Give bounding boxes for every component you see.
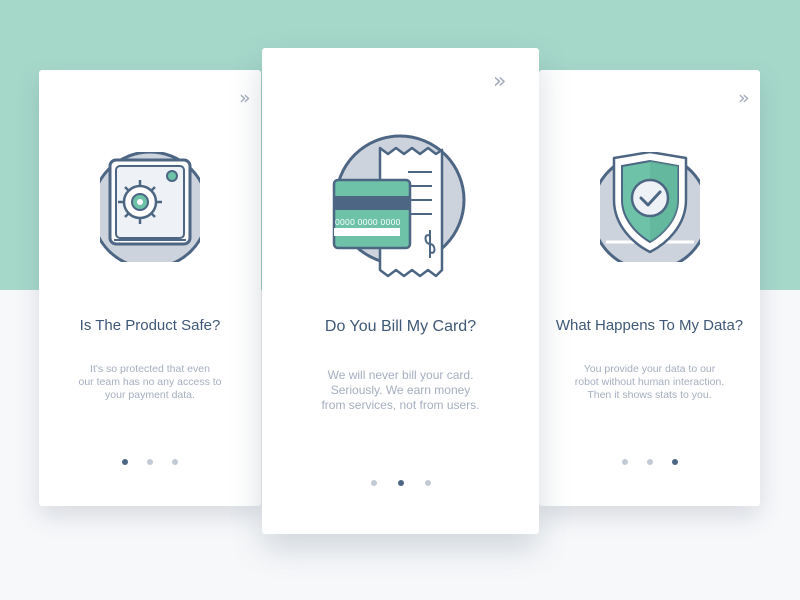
description-line: our team has no any access to [78, 376, 222, 388]
description-line: We will never bill your card. [327, 368, 474, 382]
pagination-dot-2[interactable] [646, 459, 653, 465]
pagination-dots [262, 480, 539, 486]
onboarding-card-safety: » Is The Product Safe? It's so protected… [39, 70, 261, 506]
description-line: Seriously. We earn money [330, 383, 471, 397]
double-chevron-right-icon: » [493, 69, 507, 94]
credit-card-receipt-icon [332, 132, 472, 282]
description-line: You provide your data to our [583, 363, 716, 375]
next-button[interactable]: » [493, 71, 509, 93]
onboarding-card-billing: » 0000 0000 0000 Do You Bill My Card? We… [262, 48, 539, 534]
pagination-dot-3[interactable] [424, 480, 431, 486]
card-title: What Happens To My Data? [555, 317, 744, 334]
description-line: from services, not from users. [321, 398, 480, 412]
pagination-dot-3[interactable] [671, 459, 678, 465]
safe-icon [90, 150, 210, 270]
pagination-dot-1[interactable] [122, 459, 128, 465]
card-number-text: 0000 0000 0000 [335, 217, 401, 227]
description-line: Then it shows stats to you. [587, 389, 712, 401]
pagination-dot-1[interactable] [370, 480, 377, 486]
card-description: It's so protected that even our team has… [59, 363, 241, 402]
double-chevron-right-icon: » [239, 87, 251, 109]
onboarding-card-data: » What Happens To My Data? You provide y… [539, 70, 760, 506]
next-button[interactable]: » [738, 87, 754, 109]
double-chevron-right-icon: » [738, 87, 750, 109]
card-title: Do You Bill My Card? [324, 318, 477, 335]
pagination-dots [39, 459, 261, 465]
pagination-dot-1[interactable] [621, 459, 628, 465]
card-title: Is The Product Safe? [79, 317, 221, 334]
description-line: It's so protected that even [90, 363, 210, 375]
next-button[interactable]: » [239, 87, 255, 109]
pagination-dots [539, 459, 760, 465]
card-description: We will never bill your card. Seriously.… [282, 368, 519, 413]
description-line: your payment data. [105, 389, 195, 401]
pagination-dot-3[interactable] [172, 459, 178, 465]
pagination-dot-2[interactable] [397, 480, 404, 486]
shield-check-icon [590, 150, 710, 272]
card-description: You provide your data to our robot witho… [559, 363, 740, 402]
pagination-dot-2[interactable] [147, 459, 153, 465]
description-line: robot without human interaction. [574, 376, 725, 388]
